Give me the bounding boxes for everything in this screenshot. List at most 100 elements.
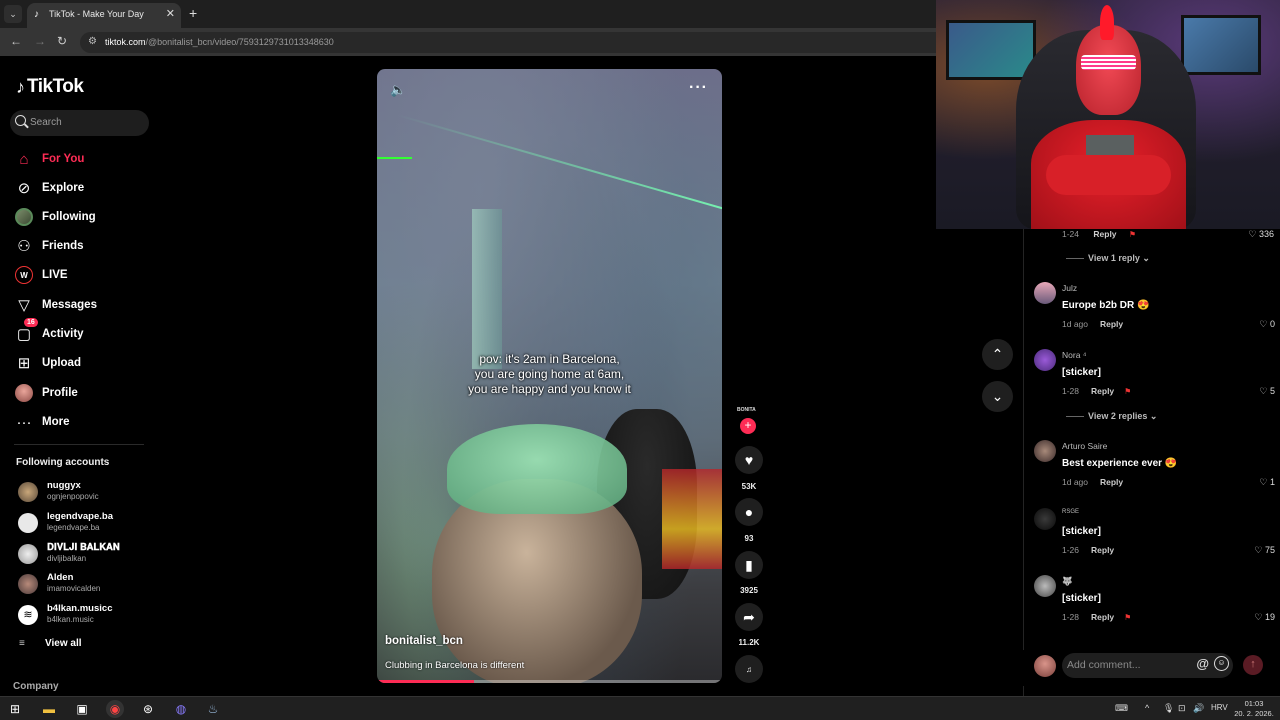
browser-tab[interactable]: ♪ TikTok - Make Your Day ✕ bbox=[27, 3, 181, 28]
comment-like[interactable]: ♡ 0 bbox=[1259, 319, 1275, 330]
like-heart-icon[interactable]: ♥ bbox=[735, 446, 763, 474]
comment-username[interactable]: Arturo Saire bbox=[1062, 441, 1107, 451]
view-replies-button[interactable]: View 1 reply ⌄ bbox=[1066, 253, 1150, 264]
new-tab-icon[interactable]: + bbox=[189, 5, 197, 21]
sidebar-item-more[interactable]: ··· More bbox=[14, 410, 154, 434]
comment-like[interactable]: ♡ 336 bbox=[1248, 229, 1274, 240]
sidebar-item-explore[interactable]: ⊘ Explore bbox=[14, 176, 154, 200]
video-progress-fill bbox=[377, 680, 474, 683]
clock[interactable]: 01:03 20. 2. 2026. bbox=[1234, 699, 1274, 719]
store-icon[interactable]: ▣ bbox=[73, 700, 91, 718]
search-input[interactable]: Search bbox=[10, 110, 149, 136]
windows-taskbar: ⊞ ▬ ▣ ◉ ⊛ ◍ ♨ ⌨ ^ 🎙 ⊡ 🔊 HRV 01:03 20. 2.… bbox=[0, 696, 1280, 720]
following-account[interactable]: nuggyx ognjenpopovic bbox=[16, 478, 156, 504]
network-icon[interactable]: ⊡ bbox=[1178, 703, 1186, 714]
account-handle: ognjenpopovic bbox=[47, 492, 99, 501]
site-info-icon[interactable]: ⚙ bbox=[88, 36, 97, 47]
video-player[interactable]: 🔈 ··· pov: it's 2am in Barcelona, you ar… bbox=[377, 69, 722, 683]
following-account[interactable]: 𝐃𝐈𝐕𝐋𝐉𝐈 𝐁𝐀𝐋𝐊𝐀𝐍 divljibalkan bbox=[16, 540, 156, 566]
avatar bbox=[18, 482, 38, 502]
discord-icon[interactable]: ◍ bbox=[172, 700, 190, 718]
comment-username[interactable]: 🐺 bbox=[1062, 576, 1073, 587]
following-account[interactable]: Alden imamovicalden bbox=[16, 570, 156, 596]
video-author[interactable]: bonitalist_bcn bbox=[385, 635, 463, 647]
comment-username[interactable]: RSGE bbox=[1062, 509, 1079, 515]
more-options-icon[interactable]: ··· bbox=[689, 79, 708, 97]
back-icon[interactable]: ← bbox=[10, 34, 22, 48]
previous-video-chevron-up-icon[interactable]: ⌃ bbox=[982, 339, 1013, 370]
comment-icon[interactable]: ● bbox=[735, 498, 763, 526]
reply-button[interactable]: Reply bbox=[1093, 229, 1116, 239]
comment-like[interactable]: ♡ 75 bbox=[1254, 545, 1275, 556]
video-frame-laser bbox=[377, 157, 412, 159]
comment-like[interactable]: ♡ 19 bbox=[1254, 612, 1275, 623]
like-count: 19 bbox=[1264, 612, 1275, 622]
bookmark-icon[interactable]: ▮ bbox=[735, 551, 763, 579]
view-replies-label: View 1 reply bbox=[1088, 253, 1140, 263]
volume-icon[interactable]: 🔈 bbox=[390, 82, 406, 98]
music-disc-icon[interactable]: ♫ bbox=[735, 655, 763, 683]
volume-icon[interactable]: 🔊 bbox=[1193, 703, 1204, 714]
avatar[interactable] bbox=[1034, 575, 1056, 597]
reply-button[interactable]: Reply bbox=[1091, 612, 1114, 622]
video-progress-bar[interactable] bbox=[377, 680, 722, 683]
webcam-person-mohawk bbox=[1100, 5, 1114, 40]
windows-start-icon[interactable]: ⊞ bbox=[6, 700, 24, 718]
file-explorer-icon[interactable]: ▬ bbox=[40, 700, 58, 718]
url-field[interactable]: ⚙ tiktok.com/@bonitalist_bcn/video/75931… bbox=[80, 32, 936, 53]
follow-plus-icon[interactable]: + bbox=[740, 418, 756, 434]
next-video-chevron-down-icon[interactable]: ⌄ bbox=[982, 381, 1013, 412]
sidebar-item-upload[interactable]: ⊞ Upload bbox=[14, 351, 154, 375]
language-indicator[interactable]: HRV bbox=[1211, 703, 1228, 712]
emoji-icon[interactable]: ☺ bbox=[1214, 656, 1229, 671]
tab-search-button[interactable]: ⌄ bbox=[4, 5, 22, 23]
view-replies-label: View 2 replies bbox=[1088, 411, 1148, 421]
flag-icon: ⚑ bbox=[1124, 613, 1132, 622]
chrome-icon[interactable]: ◉ bbox=[106, 700, 124, 718]
reply-button[interactable]: Reply bbox=[1100, 319, 1123, 329]
like-count: 0 bbox=[1269, 319, 1275, 329]
tiktok-logo[interactable]: ♪ TikTok bbox=[16, 76, 84, 98]
sidebar-item-label: LIVE bbox=[42, 269, 68, 281]
sidebar-item-friends[interactable]: ⚇ Friends bbox=[14, 234, 154, 258]
comment-like[interactable]: ♡ 1 bbox=[1259, 477, 1275, 488]
forward-icon[interactable]: → bbox=[34, 34, 46, 48]
microphone-icon[interactable]: 🎙 bbox=[1163, 703, 1174, 714]
author-avatar[interactable]: BONITA bbox=[737, 407, 756, 413]
app-icon[interactable]: ⊛ bbox=[139, 700, 157, 718]
sidebar-item-for-you[interactable]: ⌂ For You bbox=[14, 147, 154, 171]
comment-username[interactable]: Julz bbox=[1062, 283, 1077, 293]
sidebar-item-profile[interactable]: Profile bbox=[14, 381, 154, 405]
comment-like[interactable]: ♡ 5 bbox=[1259, 386, 1275, 397]
avatar bbox=[18, 513, 38, 533]
view-all-link[interactable]: ≡ View all bbox=[19, 638, 82, 649]
add-comment-bar: Add comment... @ ☺ ↑ bbox=[1023, 650, 1280, 686]
keyboard-icon[interactable]: ⌨ bbox=[1115, 703, 1128, 714]
comment-meta: 1-28 Reply ⚑ bbox=[1062, 612, 1131, 622]
chevron-up-icon[interactable]: ^ bbox=[1145, 703, 1149, 713]
sidebar-item-messages[interactable]: ▽ Messages bbox=[14, 293, 154, 317]
reload-icon[interactable]: ↻ bbox=[57, 34, 67, 48]
avatar[interactable] bbox=[1034, 440, 1056, 462]
tiktok-favicon-icon: ♪ bbox=[34, 9, 39, 20]
mention-at-icon[interactable]: @ bbox=[1196, 656, 1209, 671]
avatar[interactable] bbox=[1034, 282, 1056, 304]
close-tab-icon[interactable]: ✕ bbox=[166, 7, 175, 20]
avatar[interactable] bbox=[1034, 349, 1056, 371]
reply-button[interactable]: Reply bbox=[1091, 545, 1114, 555]
comment-username[interactable]: Nora ⁴ bbox=[1062, 350, 1086, 360]
reply-button[interactable]: Reply bbox=[1100, 477, 1123, 487]
company-link[interactable]: Company bbox=[13, 681, 59, 692]
reply-button[interactable]: Reply bbox=[1091, 386, 1114, 396]
view-replies-button[interactable]: View 2 replies ⌄ bbox=[1066, 411, 1157, 422]
following-account[interactable]: ≋ b4lkan.musicc b4lkan.music bbox=[16, 601, 156, 627]
comment-input[interactable]: Add comment... @ ☺ bbox=[1062, 653, 1233, 678]
sidebar-item-activity[interactable]: ▢ 16 Activity bbox=[14, 318, 154, 346]
steam-icon[interactable]: ♨ bbox=[204, 700, 222, 718]
avatar[interactable] bbox=[1034, 508, 1056, 530]
post-comment-arrow-up-icon[interactable]: ↑ bbox=[1243, 655, 1263, 675]
sidebar-item-live[interactable]: W LIVE bbox=[14, 263, 154, 287]
share-arrow-icon[interactable]: ➦ bbox=[735, 603, 763, 631]
following-account[interactable]: legendvape.ba legendvape.ba bbox=[16, 509, 156, 535]
sidebar-item-following[interactable]: Following bbox=[14, 205, 154, 229]
